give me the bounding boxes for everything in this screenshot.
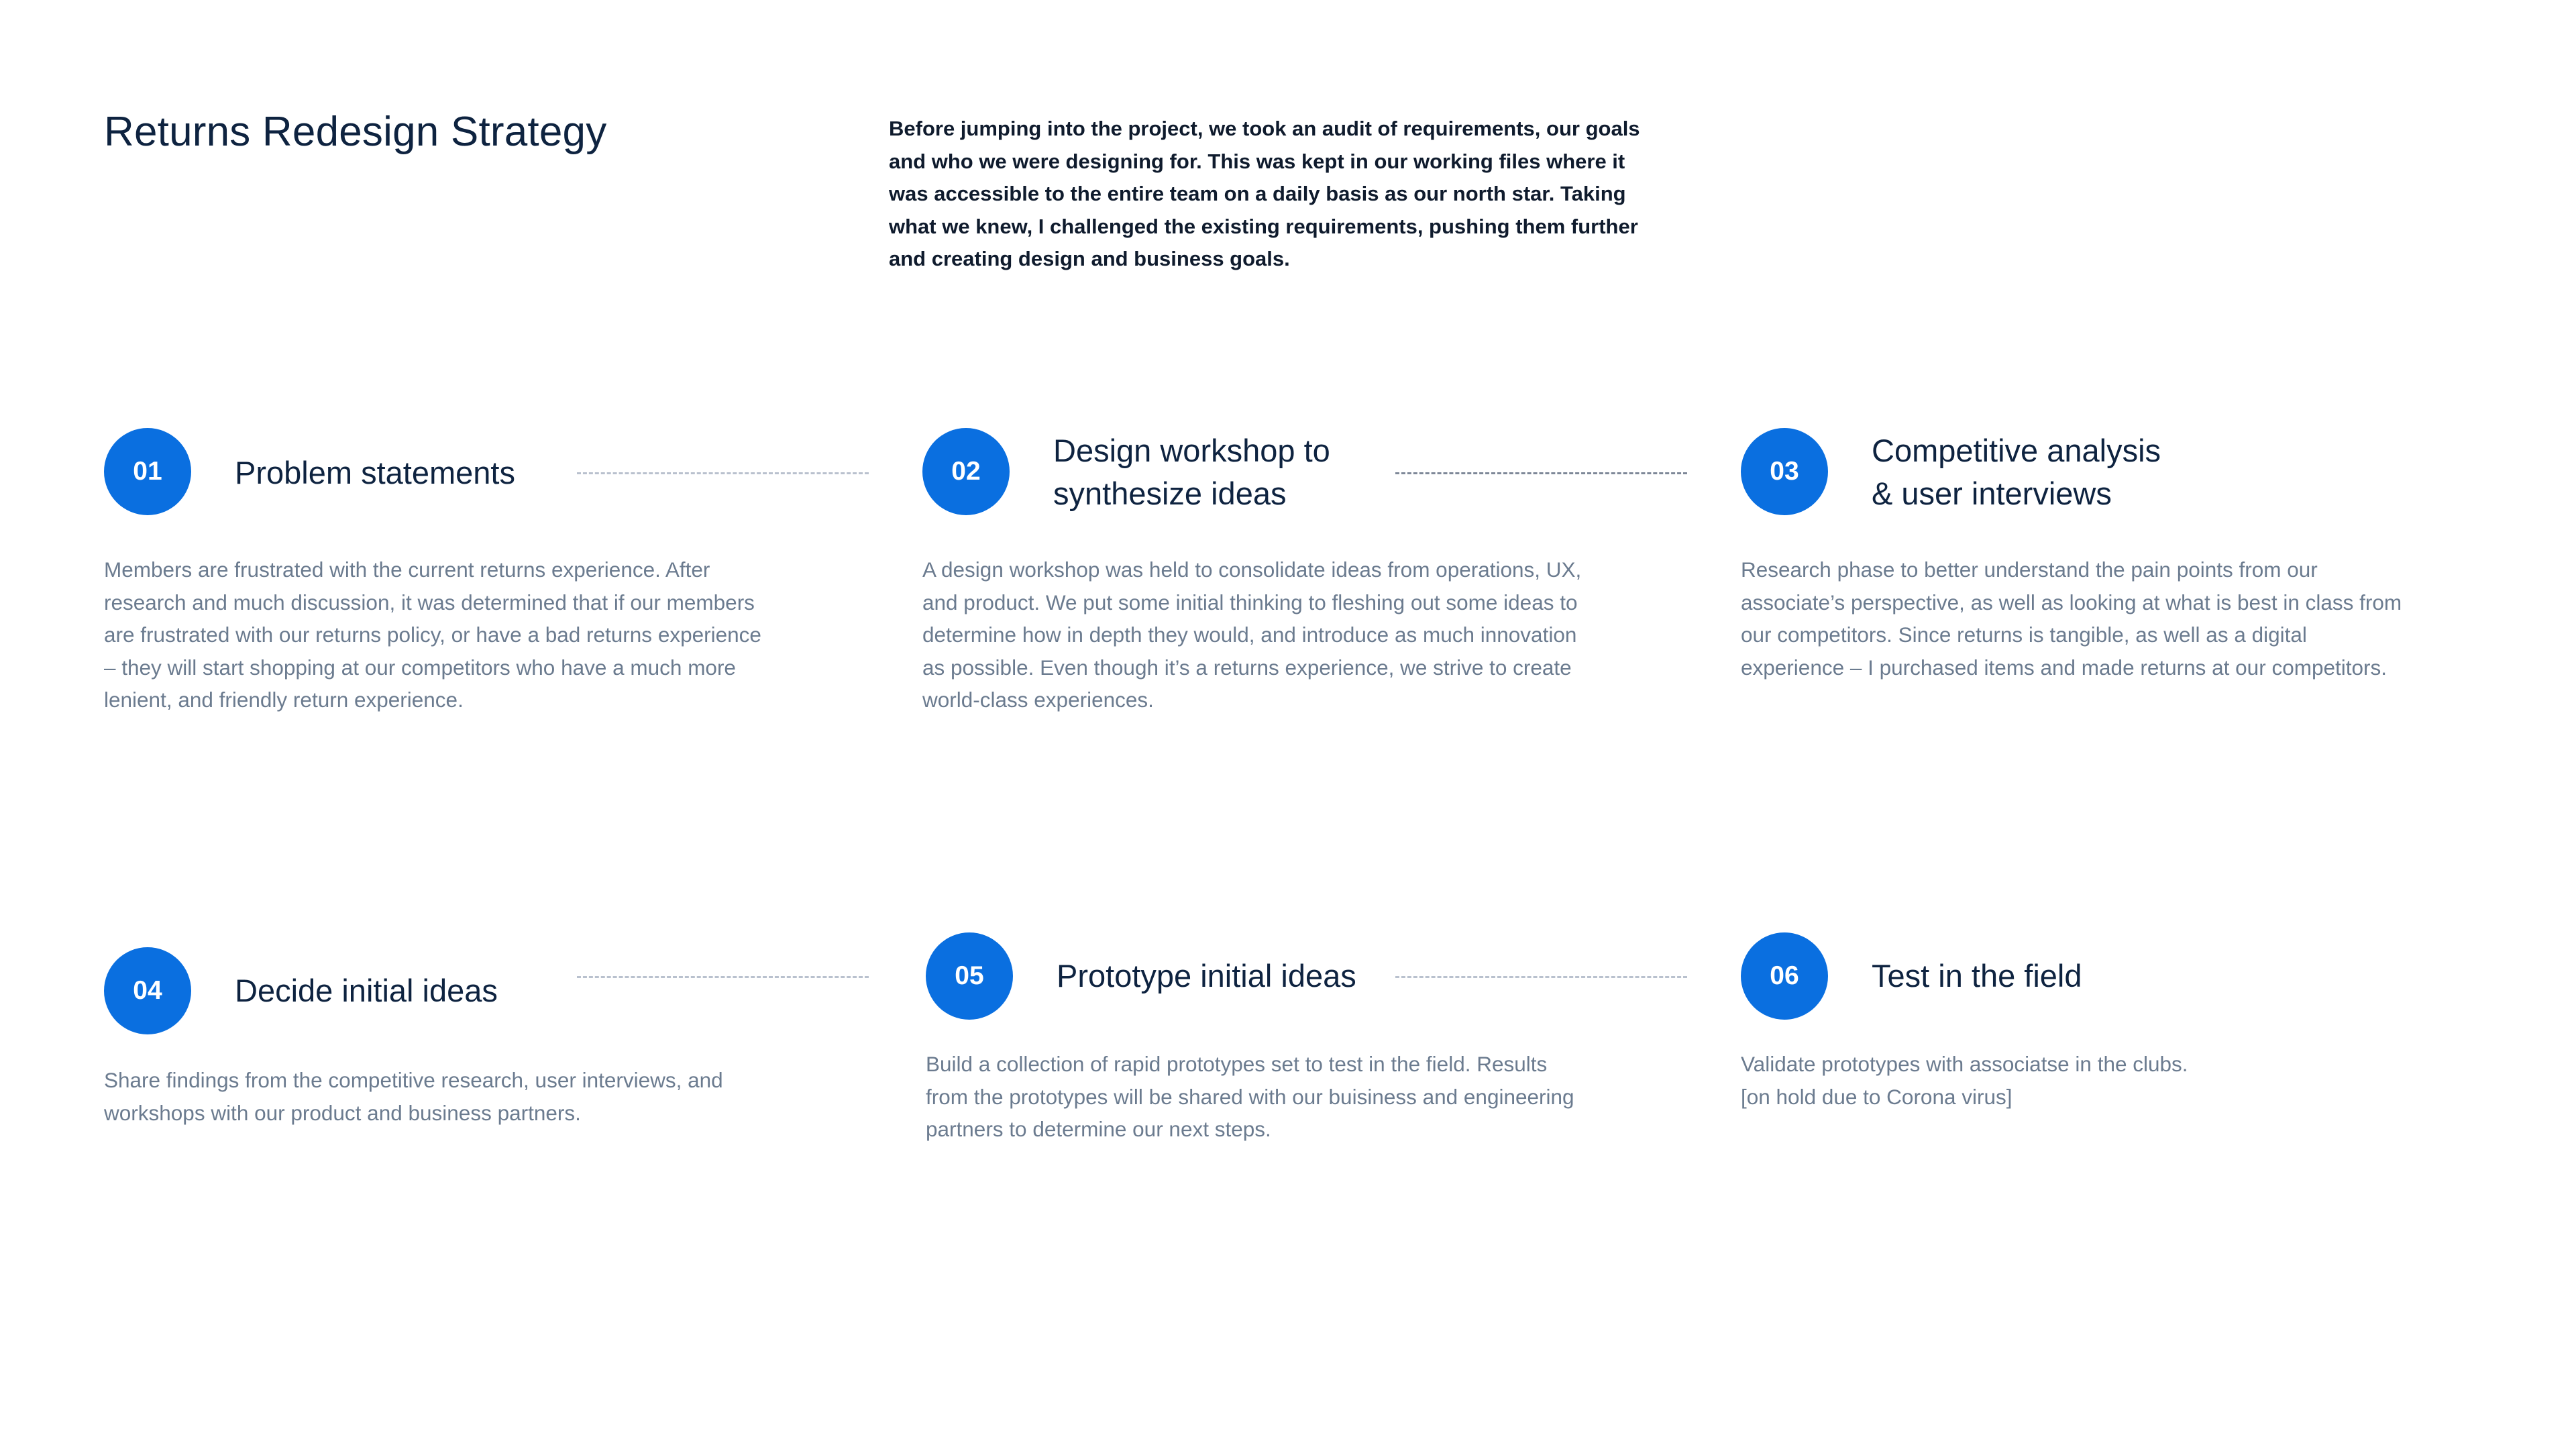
- step-number-badge: 05: [926, 932, 1013, 1020]
- step-title: Decide initial ideas: [235, 969, 498, 1012]
- step-number-badge: 03: [1741, 428, 1828, 515]
- step-description-line: are frustrated with our returns policy, …: [104, 623, 761, 647]
- step-title-line: synthesize ideas: [1053, 476, 1287, 511]
- step-title: Competitive analysis & user interviews: [1872, 429, 2161, 515]
- step-description-line: research and much discussion, it was det…: [104, 590, 755, 614]
- step-description: Build a collection of rapid prototypes s…: [926, 1048, 1574, 1146]
- step-description-line: Share findings from the competitive rese…: [104, 1068, 723, 1092]
- step-title-line: Design workshop to: [1053, 433, 1330, 468]
- step-number-badge: 04: [104, 947, 191, 1034]
- step-description-line: experience – I purchased items and made …: [1741, 655, 2387, 680]
- step-number-badge: 06: [1741, 932, 1828, 1020]
- step-description: Share findings from the competitive rese…: [104, 1064, 723, 1129]
- step-02: 02 Design workshop to synthesize ideas A…: [922, 428, 1701, 716]
- step-title-line: & user interviews: [1872, 476, 2112, 511]
- step-title: Prototype initial ideas: [1057, 955, 1356, 998]
- step-title-line: Decide initial ideas: [235, 973, 498, 1008]
- step-description-line: workshops with our product and business …: [104, 1100, 581, 1125]
- step-description: Validate prototypes with associatse in t…: [1741, 1048, 2188, 1113]
- intro-paragraph: Before jumping into the project, we took…: [889, 117, 1640, 270]
- step-number-badge: 02: [922, 428, 1010, 515]
- step-description-line: [on hold due to Corona virus]: [1741, 1084, 2012, 1109]
- step-description-line: partners to determine our next steps.: [926, 1117, 1271, 1141]
- step-title: Design workshop to synthesize ideas: [1053, 429, 1330, 515]
- step-connector: [1395, 472, 1687, 474]
- step-description-line: our competitors. Since returns is tangib…: [1741, 623, 2307, 647]
- step-description-line: lenient, and friendly return experience.: [104, 688, 464, 712]
- step-title: Problem statements: [235, 451, 515, 494]
- step-number-badge: 01: [104, 428, 191, 515]
- step-description-line: world-class experiences.: [922, 688, 1154, 712]
- step-description: Members are frustrated with the current …: [104, 553, 761, 716]
- step-title-line: Test in the field: [1872, 958, 2082, 994]
- step-description-line: as possible. Even though it’s a returns …: [922, 655, 1572, 680]
- step-description-line: Research phase to better understand the …: [1741, 557, 2318, 582]
- step-description-line: Members are frustrated with the current …: [104, 557, 710, 582]
- page-title: Returns Redesign Strategy: [104, 109, 607, 155]
- step-06: 06 Test in the field Validate prototypes…: [1741, 932, 2492, 1167]
- step-description-line: and product. We put some initial thinkin…: [922, 590, 1578, 614]
- step-connector: [577, 976, 869, 978]
- step-description-line: – they will start shopping at our compet…: [104, 655, 736, 680]
- step-description-line: associate’s perspective, as well as look…: [1741, 590, 2402, 614]
- step-description-line: determine how in depth they would, and i…: [922, 623, 1577, 647]
- step-05: 05 Prototype initial ideas Build a colle…: [926, 932, 1704, 1167]
- step-description-line: A design workshop was held to consolidat…: [922, 557, 1582, 582]
- step-01: 01 Problem statements Members are frustr…: [104, 428, 882, 716]
- step-description-line: from the prototypes will be shared with …: [926, 1084, 1574, 1109]
- step-description: A design workshop was held to consolidat…: [922, 553, 1581, 716]
- step-description-line: Validate prototypes with associatse in t…: [1741, 1052, 2188, 1076]
- step-description-line: Build a collection of rapid prototypes s…: [926, 1052, 1548, 1076]
- step-title-line: Competitive analysis: [1872, 433, 2161, 468]
- step-03: 03 Competitive analysis & user interview…: [1741, 428, 2492, 716]
- step-title-line: Prototype initial ideas: [1057, 958, 1356, 994]
- step-connector: [1395, 976, 1687, 978]
- step-connector: [577, 472, 869, 474]
- step-04: 04 Decide initial ideas Share findings f…: [104, 932, 882, 1167]
- step-title: Test in the field: [1872, 955, 2082, 998]
- step-title-line: Problem statements: [235, 455, 515, 490]
- step-description: Research phase to better understand the …: [1741, 553, 2402, 684]
